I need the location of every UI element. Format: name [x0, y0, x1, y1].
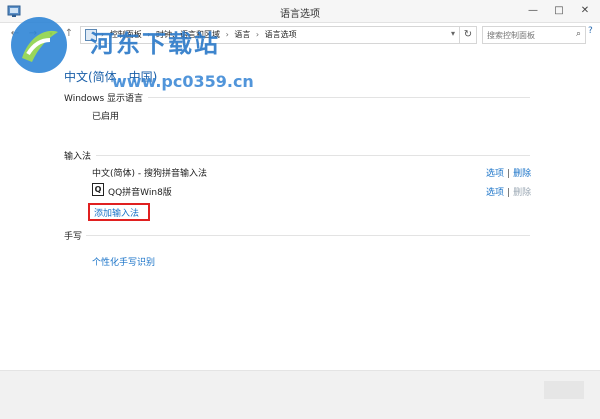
- action-separator: |: [507, 188, 511, 198]
- handwriting-heading: 手写: [64, 232, 83, 242]
- input-method-actions: 选项 | 删除: [486, 166, 531, 179]
- display-language-status: 已启用: [92, 112, 120, 122]
- search-input[interactable]: [487, 29, 567, 41]
- personalize-handwriting-link[interactable]: 个性化手写识别: [92, 255, 155, 268]
- input-method-heading: 输入法: [64, 152, 92, 162]
- remove-link-disabled: 删除: [513, 188, 532, 198]
- section-divider: [148, 97, 530, 98]
- action-separator: |: [507, 169, 511, 179]
- input-method-actions: 选项 | 删除: [486, 185, 531, 198]
- help-button[interactable]: ?: [588, 26, 598, 40]
- qq-pinyin-icon: Q: [92, 183, 104, 196]
- address-dropdown-icon[interactable]: ▾: [451, 29, 455, 38]
- section-divider: [86, 235, 530, 236]
- add-input-method-link[interactable]: 添加输入法: [94, 206, 139, 219]
- search-box: ⌕: [482, 26, 586, 44]
- remove-link[interactable]: 删除: [513, 169, 531, 179]
- minimize-button[interactable]: —: [520, 0, 546, 21]
- maximize-button[interactable]: □: [546, 0, 572, 21]
- watermark: 河东下载站 www.pc0359.cn: [8, 14, 278, 91]
- refresh-button[interactable]: ↻: [459, 26, 477, 44]
- footer-bar: [0, 370, 600, 419]
- input-method-name: 中文(简体) - 搜狗拼音输入法: [92, 169, 207, 179]
- watermark-url: www.pc0359.cn: [112, 72, 254, 91]
- section-divider: [96, 155, 530, 156]
- watermark-logo-icon: [11, 17, 67, 73]
- main-content: 中文(简体，中国) Windows 显示语言 已启用 输入法 中文(简体) - …: [0, 46, 600, 370]
- save-button[interactable]: [544, 381, 584, 399]
- watermark-brand: 河东下载站: [90, 30, 220, 58]
- search-icon[interactable]: ⌕: [576, 29, 581, 39]
- options-link[interactable]: 选项: [486, 188, 504, 198]
- options-link[interactable]: 选项: [486, 169, 504, 179]
- add-input-method-highlight: 添加输入法: [88, 203, 150, 221]
- close-button[interactable]: ✕: [572, 0, 598, 21]
- display-language-heading: Windows 显示语言: [64, 94, 144, 104]
- input-method-name: QQ拼音Win8版: [108, 188, 172, 198]
